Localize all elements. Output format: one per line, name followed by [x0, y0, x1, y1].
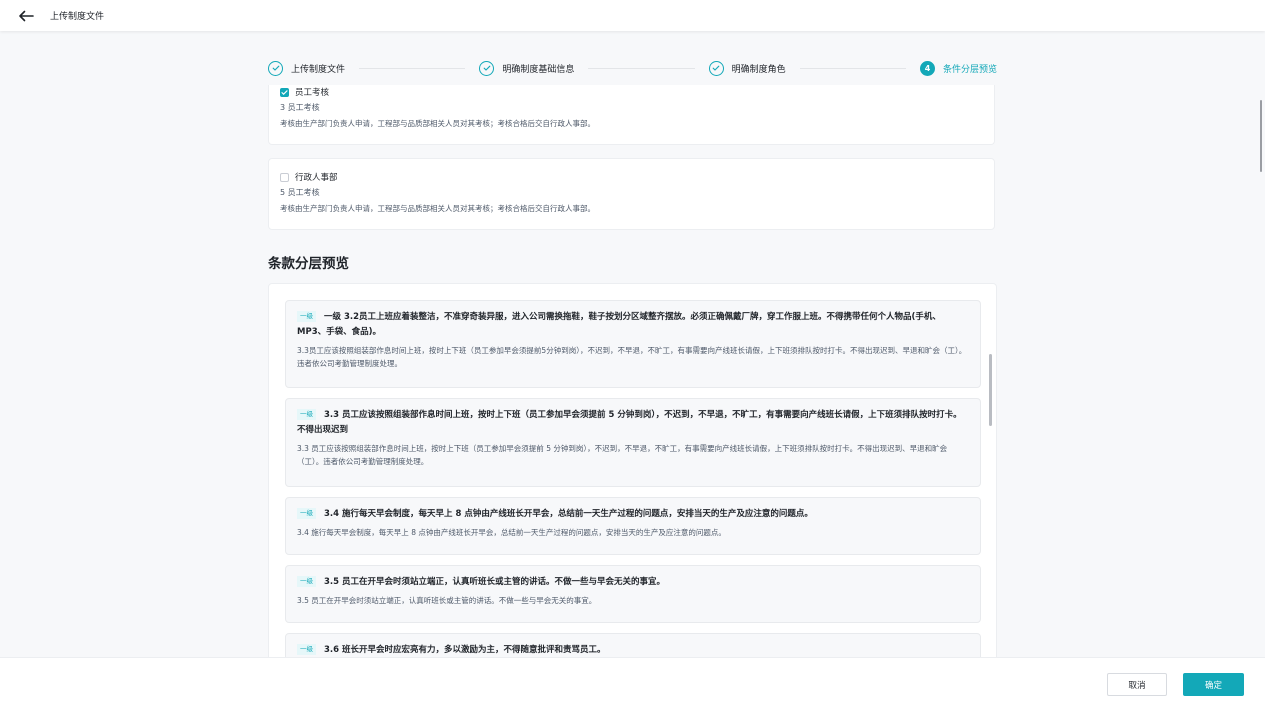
clause-body: 3.5 员工在开早会时须站立端正，认真听班长或主管的讲话。不做一些与早会无关的事… [297, 596, 597, 605]
clause-panel[interactable]: 一级 一级 3.2员工上班应着装整洁，不准穿奇装异服，进入公司需换拖鞋，鞋子按划分… [268, 283, 997, 657]
checkbox-checked-icon[interactable] [280, 87, 289, 97]
confirm-button[interactable]: 确定 [1183, 673, 1244, 696]
step-connector [588, 67, 695, 69]
role-checkbox-row[interactable]: 行政人事部 [280, 170, 983, 184]
check-circle-icon [479, 60, 495, 76]
checkbox-unchecked-icon[interactable] [280, 172, 289, 182]
step-connector [799, 67, 906, 69]
role-name: 行政人事部 [295, 173, 338, 183]
clause-title: 一级 3.6 班长开早会时应宏亮有力，多以激励为主，不得随意批评和责骂员工。 [297, 643, 969, 657]
level-tag: 一级 [297, 576, 316, 587]
role-card: 行政人事部 5 员工考核 考核由生产部门负责人申请，工程部与品质部相关人员对其考… [268, 158, 995, 230]
step-basic-info[interactable]: 明确制度基础信息 [479, 60, 575, 76]
main-content: 上传制度文件 明确制度基础信息 明确制度角色 4 条件分层预览 员工考核 3 员… [0, 31, 1265, 657]
step-label: 上传制度文件 [291, 64, 346, 75]
clause-body: 3.3 员工应该按照组装部作息时间上班，按时上下班（员工参加早会须提前 5 分钟… [297, 444, 948, 466]
page-scrollbar[interactable] [1260, 100, 1262, 172]
clause-card: 一级 3.4 施行每天早会制度，每天早上 8 点钟由产线班长开早会，总结前一天生产… [285, 497, 981, 555]
top-bar: 上传制度文件 [0, 0, 1265, 31]
role-desc: 考核由生产部门负责人申请，工程部与品质部相关人员对其考核；考核合格后交自行政人事… [280, 204, 595, 213]
stepper: 上传制度文件 明确制度基础信息 明确制度角色 4 条件分层预览 [268, 53, 997, 83]
check-circle-icon [708, 60, 724, 76]
section-title: 条款分层预览 [268, 256, 349, 272]
role-checkbox-row[interactable]: 员工考核 [280, 85, 983, 99]
clause-title: 一级 3.5 员工在开早会时须站立端正，认真听班长或主管的讲话。不做一些与早会无关… [297, 575, 969, 590]
clause-card: 一级 一级 3.2员工上班应着装整洁，不准穿奇装异服，进入公司需换拖鞋，鞋子按划分… [285, 300, 981, 388]
level-tag: 一级 [297, 311, 316, 322]
back-arrow-icon[interactable] [14, 4, 38, 28]
role-desc: 考核由生产部门负责人申请，工程部与品质部相关人员对其考核；考核合格后交自行政人事… [280, 119, 595, 128]
step-upload[interactable]: 上传制度文件 [268, 60, 346, 76]
level-tag: 一级 [297, 644, 316, 655]
step-label: 明确制度基础信息 [502, 64, 575, 75]
page-title: 上传制度文件 [50, 12, 105, 22]
step-number: 4 [919, 60, 935, 76]
step-preview[interactable]: 4 条件分层预览 [919, 60, 997, 76]
role-name: 员工考核 [295, 88, 330, 98]
clause-body: 3.4 施行每天早会制度，每天早上 8 点钟由产线班长开早会，总结前一天生产过程… [297, 528, 726, 537]
footer-bar: 取消 确定 [0, 657, 1265, 710]
role-card: 员工考核 3 员工考核 考核由生产部门负责人申请，工程部与品质部相关人员对其考核… [268, 85, 995, 145]
step-connector [359, 67, 466, 69]
clause-title: 一级 3.4 施行每天早会制度，每天早上 8 点钟由产线班长开早会，总结前一天生产… [297, 507, 969, 522]
role-sub: 5 员工考核 [280, 188, 320, 197]
role-sub: 3 员工考核 [280, 103, 320, 112]
level-tag: 一级 [297, 409, 316, 420]
panel-scrollbar[interactable] [989, 354, 992, 426]
clause-title: 一级 一级 3.2员工上班应着装整洁，不准穿奇装异服，进入公司需换拖鞋，鞋子按划分… [297, 311, 941, 337]
step-label: 条件分层预览 [942, 64, 997, 75]
clause-card: 一级 3.6 班长开早会时应宏亮有力，多以激励为主，不得随意批评和责骂员工。 [285, 633, 981, 657]
step-label: 明确制度角色 [731, 64, 786, 75]
clause-title: 一级 3.3 员工应该按照组装部作息时间上班，按时上下班（员工参加早会须提前 5 … [297, 409, 962, 435]
clause-card: 一级 3.5 员工在开早会时须站立端正，认真听班长或主管的讲话。不做一些与早会无关… [285, 565, 981, 623]
clause-body: 3.3员工应该按照组装部作息时间上班，按时上下班（员工参加早会须提前5分钟到岗）… [297, 346, 967, 368]
level-tag: 一级 [297, 508, 316, 519]
clause-card: 一级 3.3 员工应该按照组装部作息时间上班，按时上下班（员工参加早会须提前 5 … [285, 398, 981, 487]
step-roles[interactable]: 明确制度角色 [708, 60, 786, 76]
cancel-button[interactable]: 取消 [1107, 673, 1167, 696]
check-circle-icon [268, 60, 283, 76]
